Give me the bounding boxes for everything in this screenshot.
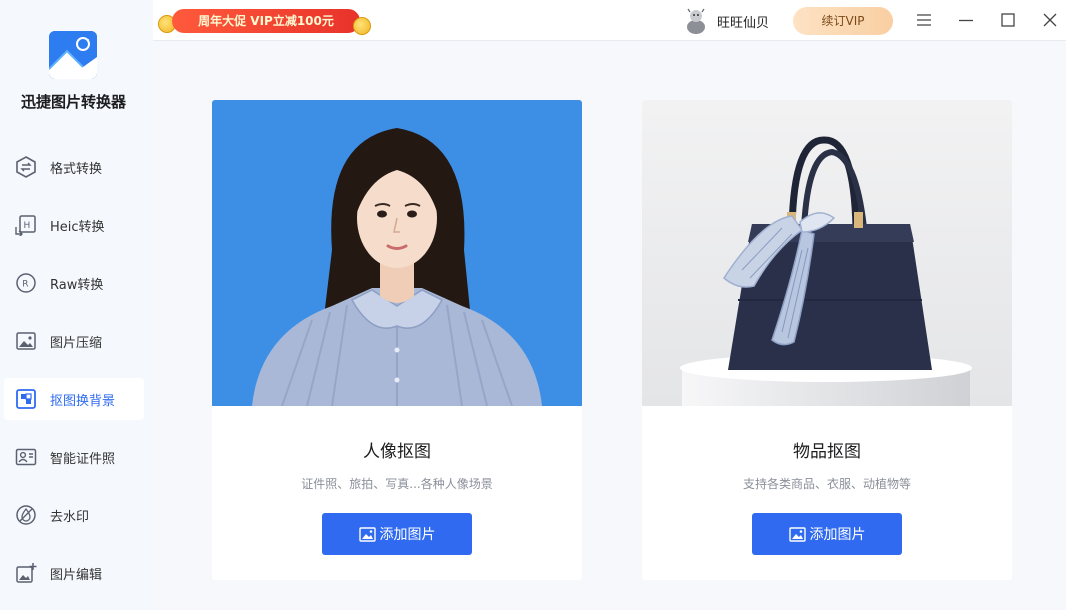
sidebar-item-label: 图片编辑: [50, 567, 103, 583]
menu-icon[interactable]: [914, 10, 934, 30]
object-cutout-card[interactable]: 物品抠图 支持各类商品、衣服、动植物等 添加图片: [642, 100, 1012, 580]
image-edit-icon: [13, 560, 39, 586]
heic-icon: H: [13, 212, 39, 238]
top-bar: 周年大促 VIP立减100元 旺旺仙贝 续订VIP: [153, 0, 1066, 41]
sidebar-item-label: Heic转换: [50, 219, 105, 235]
format-convert-icon: [13, 154, 39, 180]
raw-icon: R: [13, 270, 39, 296]
minimize-icon[interactable]: [956, 10, 976, 30]
compress-icon: [13, 328, 39, 354]
id-photo-icon: [13, 444, 39, 470]
add-image-label: 添加图片: [809, 527, 866, 543]
sidebar-item-label: 图片压缩: [50, 335, 103, 351]
sidebar-item-watermark[interactable]: 去水印: [4, 494, 144, 536]
renew-vip-button[interactable]: 续订VIP: [793, 7, 893, 35]
sidebar-item-label: Raw转换: [50, 277, 104, 293]
app-title: 迅捷图片转换器: [20, 93, 126, 111]
sidebar-item-label: 抠图换背景: [50, 393, 116, 409]
sidebar-item-raw[interactable]: R Raw转换: [4, 262, 144, 304]
app-logo-icon: [49, 31, 97, 79]
sidebar-item-compress[interactable]: 图片压缩: [4, 320, 144, 362]
sidebar-item-label: 去水印: [50, 509, 90, 525]
promo-banner[interactable]: 周年大促 VIP立减100元: [158, 8, 371, 36]
add-image-button[interactable]: 添加图片: [322, 513, 472, 555]
card-description: 证件照、旅拍、写真...各种人像场景: [301, 477, 493, 491]
watermark-icon: [13, 502, 39, 528]
avatar[interactable]: [684, 7, 708, 35]
add-image-button[interactable]: 添加图片: [752, 513, 902, 555]
card-title: 物品抠图: [793, 442, 861, 462]
coin-icon: [353, 17, 371, 35]
object-sample-image: [642, 100, 1012, 406]
image-icon: [358, 526, 376, 542]
sidebar-item-label: 格式转换: [50, 161, 103, 177]
sidebar-item-image-edit[interactable]: 图片编辑: [4, 552, 144, 594]
portrait-cutout-card[interactable]: 人像抠图 证件照、旅拍、写真...各种人像场景 添加图片: [212, 100, 582, 580]
promo-text: 周年大促 VIP立减100元: [172, 9, 360, 33]
cutout-icon: [13, 386, 39, 412]
sidebar: 迅捷图片转换器 格式转换 H Heic转换 R Raw转换 图片压缩 抠图换背景…: [0, 0, 153, 610]
card-description: 支持各类商品、衣服、动植物等: [742, 477, 911, 491]
sidebar-item-id-photo[interactable]: 智能证件照: [4, 436, 144, 478]
sidebar-item-cutout[interactable]: 抠图换背景: [4, 378, 144, 420]
sidebar-item-label: 智能证件照: [50, 451, 116, 467]
maximize-icon[interactable]: [998, 10, 1018, 30]
close-icon[interactable]: [1040, 10, 1060, 30]
sidebar-item-format-convert[interactable]: 格式转换: [4, 146, 144, 188]
svg-text:R: R: [22, 280, 28, 290]
add-image-label: 添加图片: [379, 527, 436, 543]
username[interactable]: 旺旺仙贝: [717, 12, 769, 31]
card-title: 人像抠图: [363, 442, 431, 462]
sidebar-item-heic[interactable]: H Heic转换: [4, 204, 144, 246]
sidebar-nav: 格式转换 H Heic转换 R Raw转换 图片压缩 抠图换背景 智能证件照 去…: [4, 146, 144, 610]
portrait-sample-image: [212, 100, 582, 406]
image-icon: [788, 526, 806, 542]
svg-text:H: H: [24, 221, 31, 231]
